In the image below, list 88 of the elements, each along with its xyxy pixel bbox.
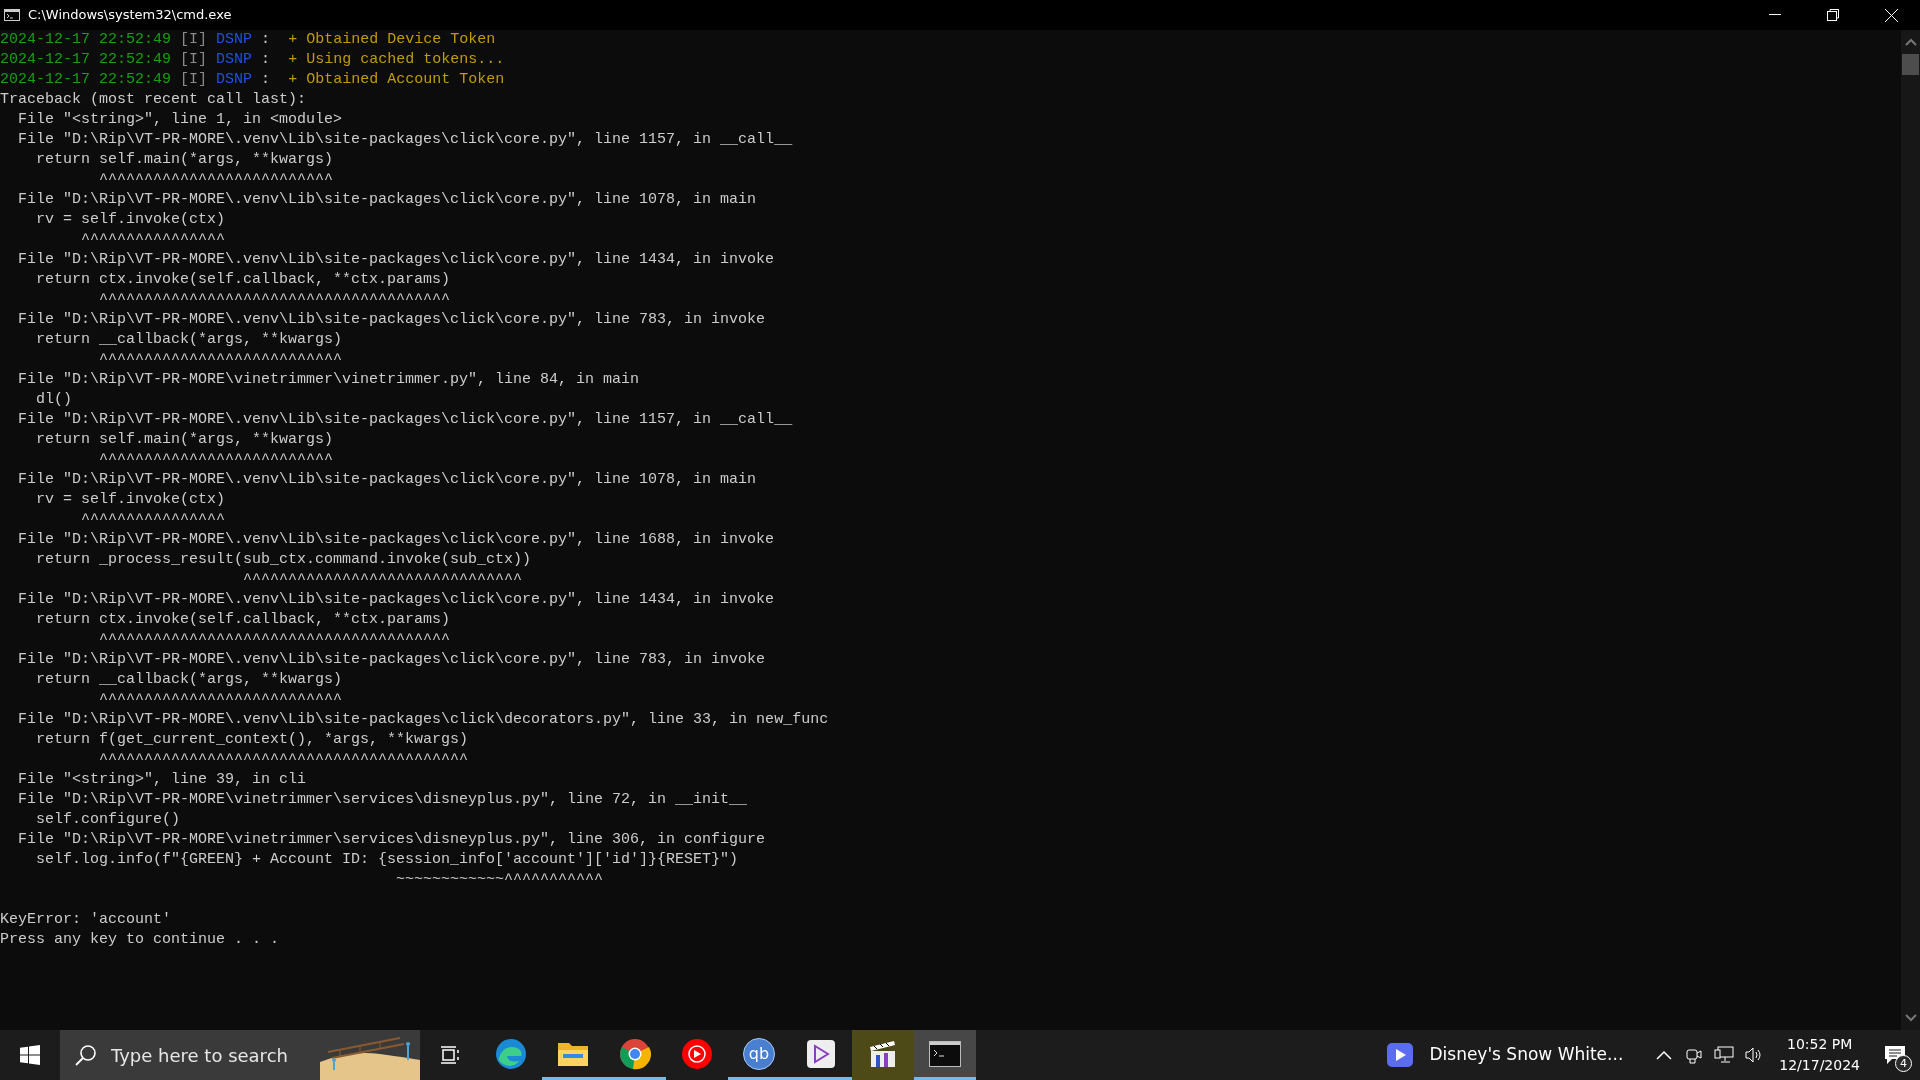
play-circle-icon bbox=[681, 1037, 713, 1070]
log-separator: : bbox=[261, 71, 271, 88]
restore-icon[interactable] bbox=[1827, 9, 1839, 21]
console-line: File "<string>", line 39, in cli bbox=[17, 770, 308, 790]
console-line: Press any key to continue . . . bbox=[0, 930, 281, 950]
log-message: + Using cached tokens... bbox=[288, 51, 505, 68]
console-line: return ctx.invoke(self.callback, **ctx.params) bbox=[35, 270, 452, 290]
chevron-up-icon[interactable] bbox=[1656, 1050, 1673, 1060]
console-line: ^^^^^^^^^^^^^^^^^^^^^^^^^^ bbox=[98, 170, 335, 190]
console-line: File "D:\Rip\VT-PR-MORE\vinetrimmer\services\disneyplus.py", line 72, in __init__ bbox=[17, 790, 749, 810]
browser-icon bbox=[495, 1037, 527, 1070]
console-line: ^^^^^^^^^^^^^^^^^^^^^^^^^^^^^^^^^^^^^^^^^ bbox=[98, 750, 470, 770]
console-line: dl() bbox=[35, 390, 73, 410]
browser-icon bbox=[619, 1037, 651, 1070]
console-line: return __callback(*args, **kwargs) bbox=[35, 330, 344, 350]
console-line: ^^^^^^^^^^^^^^^^ bbox=[80, 510, 227, 530]
log-separator: : bbox=[261, 51, 271, 68]
play-icon bbox=[807, 1039, 835, 1068]
search-field[interactable]: Type here to search bbox=[97, 1030, 320, 1080]
search-icon bbox=[75, 1044, 97, 1066]
console-line: File "D:\Rip\VT-PR-MORE\.venv\Lib\site-packages\click\core.py", line 783, in invoke bbox=[17, 650, 767, 670]
console-line: return __callback(*args, **kwargs) bbox=[35, 670, 344, 690]
notification-count: 4 bbox=[1895, 1055, 1912, 1072]
console-line: File "D:\Rip\VT-PR-MORE\.venv\Lib\site-packages\click\core.py", line 1078, in main bbox=[17, 190, 758, 210]
console-line: File "D:\Rip\VT-PR-MORE\.venv\Lib\site-packages\click\decorators.py", line 33, in new_func bbox=[17, 710, 830, 730]
timestamp: 2024-12-17 22:52:49 bbox=[0, 71, 172, 88]
scroll-down-icon[interactable] bbox=[1904, 1014, 1917, 1022]
console-line: return f(get_current_context(), *args, **kwargs) bbox=[35, 730, 470, 750]
console-line: ^^^^^^^^^^^^^^^^ bbox=[80, 230, 227, 250]
timestamp: 2024-12-17 22:52:49 bbox=[0, 31, 172, 48]
camera-icon[interactable] bbox=[1686, 1046, 1703, 1064]
console-line: KeyError: 'account' bbox=[0, 910, 173, 930]
console-line: File "<string>", line 1, in <module> bbox=[17, 110, 344, 130]
console-line: ^^^^^^^^^^^^^^^^^^^^^^^^^^^^^^^^^^^^^^^ bbox=[98, 290, 452, 310]
console-line: ^^^^^^^^^^^^^^^^^^^^^^^^^^^^^^^^^^^^^^^ bbox=[98, 630, 452, 650]
console-line: return self.main(*args, **kwargs) bbox=[35, 150, 335, 170]
app-button[interactable] bbox=[852, 1030, 914, 1080]
window-title: C:\Windows\system32\cmd.exe bbox=[28, 6, 232, 25]
log-level: [I] bbox=[180, 51, 208, 68]
clock[interactable]: 10:52 PM 12/17/2024 bbox=[1769, 1034, 1870, 1076]
console-line: rv = self.invoke(ctx) bbox=[35, 490, 227, 510]
console-icon bbox=[929, 1040, 961, 1067]
console-icon bbox=[4, 9, 20, 21]
console-line: File "D:\Rip\VT-PR-MORE\.venv\Lib\site-packages\click\core.py", line 783, in invoke bbox=[17, 310, 767, 330]
log-source: DSNP bbox=[216, 31, 253, 48]
console-line: File "D:\Rip\VT-PR-MORE\vinetrimmer\vinetrimmer.py", line 84, in main bbox=[17, 370, 641, 390]
console-line: self.log.info(f"{GREEN} + Account ID: {session_info['account']['id']}{RESET}") bbox=[35, 850, 740, 870]
clapperboard-icon bbox=[868, 1038, 898, 1069]
scroll-up-icon[interactable] bbox=[1904, 38, 1917, 46]
console-line: return self.main(*args, **kwargs) bbox=[35, 430, 335, 450]
console-line: File "D:\Rip\VT-PR-MORE\.venv\Lib\site-packages\click\core.py", line 1688, in invoke bbox=[17, 530, 776, 550]
console-line: ~~~~~~~~~~~~^^^^^^^^^^^ bbox=[395, 870, 605, 890]
network-icon[interactable] bbox=[1714, 1046, 1735, 1064]
task-view-icon[interactable] bbox=[440, 1046, 460, 1064]
console-line: Traceback (most recent call last): bbox=[0, 90, 308, 110]
console-line: ^^^^^^^^^^^^^^^^^^^^^^^^^^ bbox=[98, 450, 335, 470]
log-source: DSNP bbox=[216, 51, 253, 68]
close-icon[interactable] bbox=[1884, 8, 1898, 22]
console-line: File "D:\Rip\VT-PR-MORE\.venv\Lib\site-packages\click\core.py", line 1078, in main bbox=[17, 470, 758, 490]
app-button[interactable]: qb bbox=[728, 1030, 790, 1080]
minimize-icon[interactable] bbox=[1769, 14, 1781, 16]
log-separator: : bbox=[261, 31, 271, 48]
log-message: + Obtained Account Token bbox=[288, 71, 505, 88]
windows-logo-icon[interactable] bbox=[20, 1045, 40, 1065]
search-box[interactable]: Type here to search bbox=[60, 1030, 420, 1080]
console-line: return ctx.invoke(self.callback, **ctx.params) bbox=[35, 610, 452, 630]
console-line: rv = self.invoke(ctx) bbox=[35, 210, 227, 230]
console-line: ^^^^^^^^^^^^^^^^^^^^^^^^^^^^^^^ bbox=[242, 570, 524, 590]
console-line: File "D:\Rip\VT-PR-MORE\.venv\Lib\site-packages\click\core.py", line 1434, in invoke bbox=[17, 250, 776, 270]
log-message: + Obtained Device Token bbox=[288, 31, 496, 48]
console-line: File "D:\Rip\VT-PR-MORE\.venv\Lib\site-packages\click\core.py", line 1434, in invoke bbox=[17, 590, 776, 610]
log-level: [I] bbox=[180, 31, 208, 48]
timestamp: 2024-12-17 22:52:49 bbox=[0, 51, 172, 68]
console-line: ^^^^^^^^^^^^^^^^^^^^^^^^^^^ bbox=[98, 690, 344, 710]
app-logo: qb bbox=[743, 1037, 775, 1070]
console-line: File "D:\Rip\VT-PR-MORE\.venv\Lib\site-packages\click\core.py", line 1157, in __call__ bbox=[17, 130, 794, 150]
media-button[interactable]: Disney's Snow White... bbox=[1377, 1030, 1634, 1080]
console-line: File "D:\Rip\VT-PR-MORE\vinetrimmer\services\disneyplus.py", line 306, in configure bbox=[17, 830, 767, 850]
app-button[interactable] bbox=[914, 1030, 976, 1080]
console-line: File "D:\Rip\VT-PR-MORE\.venv\Lib\site-packages\click\core.py", line 1157, in __call__ bbox=[17, 410, 794, 430]
console-line: return _process_result(sub_ctx.command.invoke(sub_ctx)) bbox=[35, 550, 533, 570]
log-source: DSNP bbox=[216, 71, 253, 88]
log-level: [I] bbox=[180, 71, 208, 88]
console-line: self.configure() bbox=[35, 810, 182, 830]
scrollbar-thumb[interactable] bbox=[1902, 54, 1919, 75]
console-line: ^^^^^^^^^^^^^^^^^^^^^^^^^^^ bbox=[98, 350, 344, 370]
play-icon bbox=[1387, 1043, 1414, 1067]
volume-icon[interactable] bbox=[1745, 1047, 1764, 1063]
